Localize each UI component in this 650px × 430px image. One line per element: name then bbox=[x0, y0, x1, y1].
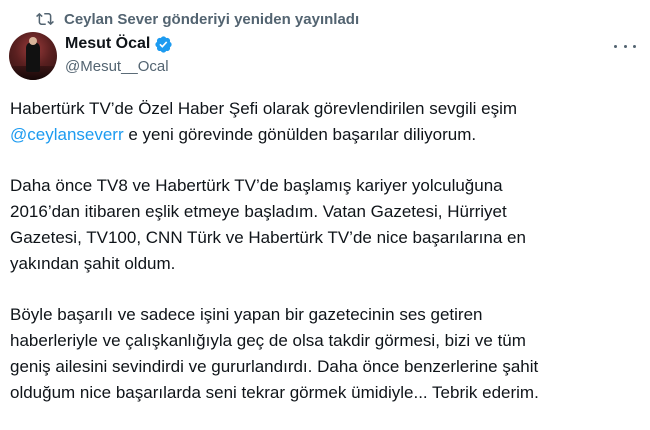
author-name-row[interactable]: Mesut Öcal bbox=[65, 34, 173, 54]
verified-badge-icon bbox=[155, 35, 172, 53]
tweet-line: yakından şahit oldum. bbox=[10, 254, 176, 273]
tweet-line: Böyle başarılı ve sadece işini yapan bir… bbox=[10, 305, 483, 324]
author-name[interactable]: Mesut Öcal bbox=[65, 34, 150, 54]
author-handle[interactable]: @Mesut__Ocal bbox=[65, 56, 173, 78]
repost-text: Ceylan Sever gönderiyi yeniden yayınladı bbox=[64, 10, 360, 28]
tweet-line: Gazetesi, TV100, CNN Türk ve Habertürk T… bbox=[10, 228, 526, 247]
more-options-icon[interactable] bbox=[614, 38, 636, 54]
tweet-paragraph: Habertürk TV’de Özel Haber Şefi olarak g… bbox=[10, 96, 630, 148]
tweet-line-rest: e yeni görevinde gönülden başarılar dili… bbox=[123, 125, 477, 144]
tweet-line: @ceylanseverr e yeni görevinde gönülden … bbox=[10, 122, 630, 148]
tweet-line: haberleriyle ve çalışkanlığıyla geç de o… bbox=[10, 331, 526, 350]
repost-indicator[interactable]: Ceylan Sever gönderiyi yeniden yayınladı bbox=[36, 7, 359, 31]
tweet-paragraph: Daha önce TV8 ve Habertürk TV’de başlamı… bbox=[10, 173, 630, 277]
tweet-card[interactable]: Ceylan Sever gönderiyi yeniden yayınladı… bbox=[0, 0, 650, 430]
mention-link[interactable]: @ceylanseverr bbox=[10, 125, 124, 144]
tweet-line: Daha önce TV8 ve Habertürk TV’de başlamı… bbox=[10, 176, 503, 195]
avatar[interactable] bbox=[9, 32, 57, 80]
tweet-line: 2016’dan itibaren eşlik etmeye başladım.… bbox=[10, 202, 507, 221]
tweet-paragraph: Böyle başarılı ve sadece işini yapan bir… bbox=[10, 302, 630, 406]
tweet-line: geniş ailesini sevindirdi ve gururlandır… bbox=[10, 357, 539, 376]
tweet-line: Habertürk TV’de Özel Haber Şefi olarak g… bbox=[10, 99, 518, 118]
tweet-header: Mesut Öcal @Mesut__Ocal bbox=[9, 32, 173, 80]
tweet-text: Habertürk TV’de Özel Haber Şefi olarak g… bbox=[10, 96, 630, 430]
author-info: Mesut Öcal @Mesut__Ocal bbox=[65, 34, 173, 78]
tweet-line: olduğum nice başarılarda seni tekrar gör… bbox=[10, 383, 539, 402]
repost-icon bbox=[36, 12, 54, 26]
